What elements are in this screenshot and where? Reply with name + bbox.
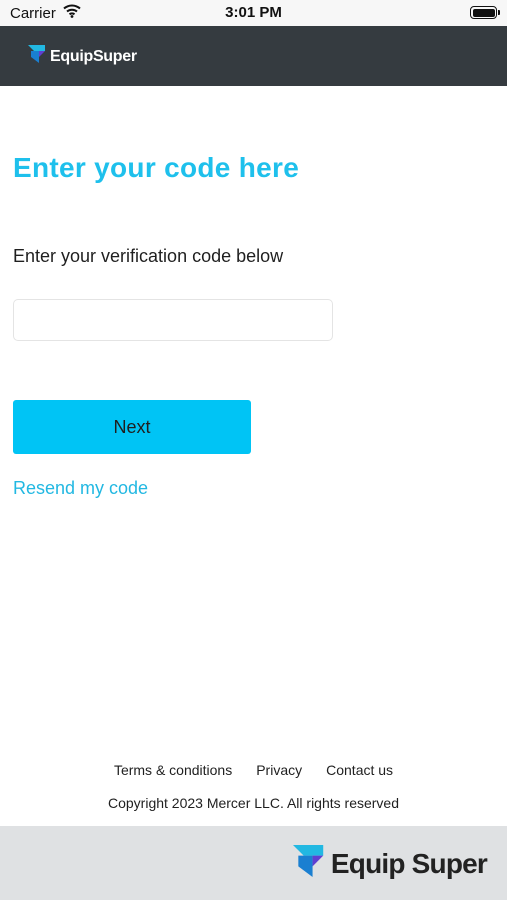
instruction-text: Enter your verification code below bbox=[13, 246, 284, 266]
next-button[interactable]: Next bbox=[13, 400, 251, 454]
equip-logo-icon bbox=[28, 45, 46, 68]
equip-logo-icon bbox=[292, 845, 325, 882]
battery-icon bbox=[470, 6, 500, 19]
bottom-logo: Equip Super bbox=[292, 845, 488, 882]
copyright-text: Copyright 2023 Mercer LLC. All rights re… bbox=[107, 795, 400, 811]
verification-code-input[interactable] bbox=[13, 299, 333, 341]
terms-link[interactable]: Terms & conditions bbox=[114, 762, 232, 778]
footer-links: Terms & conditions Privacy Contact us bbox=[0, 762, 507, 778]
status-bar: Carrier 3:01 PM bbox=[0, 0, 507, 26]
privacy-link[interactable]: Privacy bbox=[256, 762, 302, 778]
bottom-bar: Equip Super bbox=[0, 826, 507, 900]
bottom-logo-text: Equip Super bbox=[330, 847, 488, 879]
header-logo: EquipSuper bbox=[28, 45, 137, 68]
header-logo-text: EquipSuper bbox=[50, 47, 137, 65]
page-title: Enter your code here bbox=[13, 152, 300, 183]
contact-link[interactable]: Contact us bbox=[326, 762, 393, 778]
app-header: EquipSuper bbox=[0, 26, 507, 86]
resend-code-link[interactable]: Resend my code bbox=[13, 478, 148, 499]
status-time: 3:01 PM bbox=[225, 4, 282, 21]
